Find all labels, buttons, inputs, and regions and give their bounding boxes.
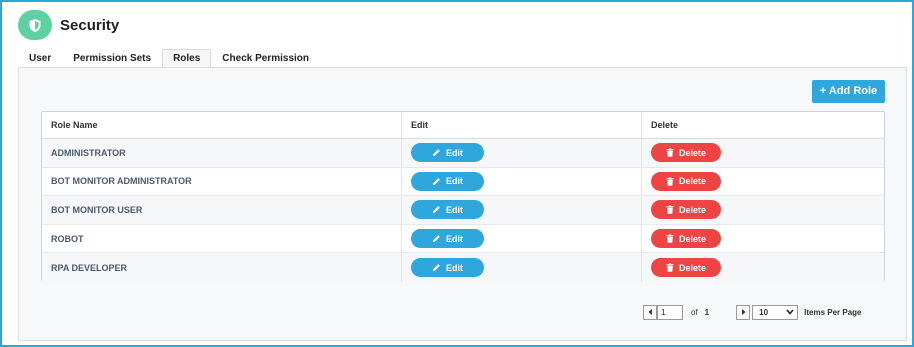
edit-button[interactable]: Edit bbox=[411, 200, 484, 220]
role-name: BOT MONITOR ADMINISTRATOR bbox=[42, 167, 402, 196]
table-header: Role Name Edit Delete bbox=[42, 112, 884, 139]
pencil-icon bbox=[432, 235, 440, 243]
column-header-delete: Delete bbox=[651, 120, 679, 130]
tab-permission-sets[interactable]: Permission Sets bbox=[62, 49, 162, 68]
pager-of-label: of bbox=[691, 307, 698, 317]
shield-icon bbox=[18, 10, 52, 40]
table-row: ROBOT Edit Delete bbox=[42, 224, 884, 254]
caret-left-icon bbox=[648, 309, 652, 315]
tab-bar: User Permission Sets Roles Check Permiss… bbox=[18, 48, 320, 68]
role-name: ROBOT bbox=[42, 224, 402, 253]
next-page-button[interactable] bbox=[736, 304, 751, 320]
delete-button[interactable]: Delete bbox=[651, 143, 721, 163]
tab-user[interactable]: User bbox=[18, 49, 62, 68]
page-number-input[interactable]: 1 bbox=[657, 304, 683, 320]
tab-roles[interactable]: Roles bbox=[162, 49, 212, 68]
trash-icon bbox=[666, 177, 674, 186]
page-title: Security bbox=[60, 16, 120, 34]
edit-button[interactable]: Edit bbox=[411, 229, 484, 249]
delete-label: Delete bbox=[678, 262, 706, 273]
edit-label: Edit bbox=[446, 147, 463, 158]
tab-check-permission[interactable]: Check Permission bbox=[211, 49, 320, 68]
page-size-select[interactable]: 10 bbox=[752, 304, 799, 320]
trash-icon bbox=[666, 234, 674, 243]
pencil-icon bbox=[432, 149, 440, 157]
edit-button[interactable]: Edit bbox=[411, 143, 484, 163]
roles-table: Role Name Edit Delete ADMINISTRATOR Edit… bbox=[41, 111, 885, 282]
edit-label: Edit bbox=[446, 176, 463, 187]
pencil-icon bbox=[432, 264, 440, 272]
delete-label: Delete bbox=[678, 147, 706, 158]
edit-button[interactable]: Edit bbox=[411, 171, 484, 191]
prev-page-button[interactable] bbox=[643, 304, 657, 320]
column-header-edit: Edit bbox=[402, 112, 642, 138]
role-name: RPA DEVELOPER bbox=[42, 253, 402, 282]
table-row: BOT MONITOR USER Edit Delete bbox=[42, 196, 884, 225]
delete-button[interactable]: Delete bbox=[651, 171, 721, 191]
delete-label: Delete bbox=[678, 233, 706, 244]
edit-label: Edit bbox=[446, 204, 463, 215]
pagination: 1 of 1 10 Items Per Page bbox=[643, 304, 862, 320]
table-row: RPA DEVELOPER Edit Delete bbox=[42, 253, 884, 282]
delete-button[interactable]: Delete bbox=[651, 229, 721, 249]
delete-label: Delete bbox=[678, 204, 706, 215]
caret-right-icon bbox=[741, 309, 746, 315]
trash-icon bbox=[666, 205, 674, 215]
role-name: BOT MONITOR USER bbox=[42, 196, 402, 224]
page-header: Security bbox=[18, 10, 119, 40]
edit-label: Edit bbox=[446, 233, 463, 244]
delete-label: Delete bbox=[678, 176, 706, 187]
trash-icon bbox=[666, 148, 674, 158]
add-role-button[interactable]: + Add Role bbox=[812, 80, 885, 103]
roles-panel: + Add Role Role Name Edit Delete ADMINIS… bbox=[18, 67, 907, 341]
table-row: BOT MONITOR ADMINISTRATOR Edit Delete bbox=[42, 167, 884, 197]
pencil-icon bbox=[432, 178, 440, 185]
app-frame: Security User Permission Sets Roles Chec… bbox=[0, 0, 914, 347]
delete-button[interactable]: Delete bbox=[651, 258, 721, 278]
table-row: ADMINISTRATOR Edit Delete bbox=[42, 139, 884, 168]
page-size-value: 10 bbox=[759, 307, 769, 317]
items-per-page-label: Items Per Page bbox=[804, 307, 862, 317]
edit-label: Edit bbox=[446, 262, 463, 273]
trash-icon bbox=[666, 263, 674, 272]
pager-total-pages: 1 bbox=[704, 307, 710, 317]
chevron-down-icon bbox=[786, 309, 794, 315]
delete-button[interactable]: Delete bbox=[651, 200, 721, 220]
column-header-role-name: Role Name bbox=[42, 112, 402, 138]
role-name: ADMINISTRATOR bbox=[42, 139, 402, 167]
edit-button[interactable]: Edit bbox=[411, 258, 484, 278]
pencil-icon bbox=[432, 206, 440, 214]
